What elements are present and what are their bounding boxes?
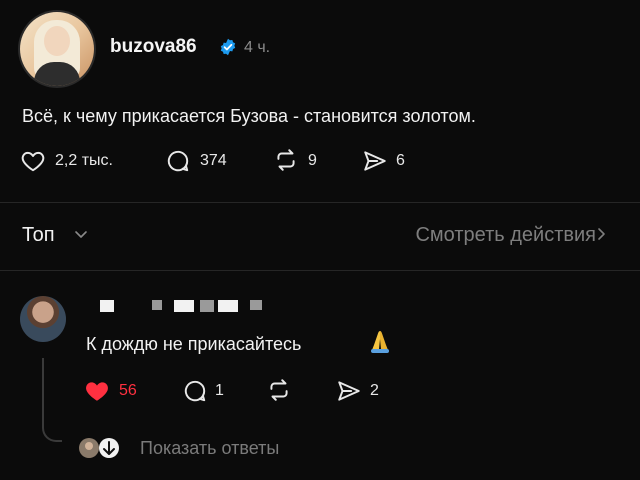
post-comment-count: 374 <box>200 152 227 169</box>
thread-line <box>42 358 62 442</box>
post-share-count: 6 <box>396 152 405 169</box>
post-like-count: 2,2 тыс. <box>55 152 113 169</box>
divider <box>0 270 640 271</box>
post-timestamp: 4 ч. <box>244 39 271 56</box>
share-icon[interactable] <box>362 148 388 174</box>
author-avatar[interactable] <box>20 12 94 86</box>
verified-badge-icon <box>220 38 236 56</box>
folded-hands-icon <box>371 331 389 353</box>
reply-avatars[interactable] <box>78 437 122 459</box>
comment-icon[interactable] <box>165 148 191 174</box>
post-text: Всё, к чему прикасается Бузова - станови… <box>22 106 476 126</box>
view-actions-link[interactable]: Смотреть действия <box>415 224 596 247</box>
divider <box>0 202 640 203</box>
show-replies-link[interactable]: Показать ответы <box>140 438 279 459</box>
comment-icon[interactable] <box>182 378 208 404</box>
comment-reply-count: 1 <box>215 382 224 399</box>
author-username[interactable]: buzova86 <box>110 36 197 58</box>
comment-text: К дождю не прикасайтесь <box>86 334 302 354</box>
heart-icon[interactable] <box>20 148 46 174</box>
chevron-right-icon[interactable] <box>594 227 608 241</box>
post-repost-count: 9 <box>308 152 317 169</box>
heart-filled-icon[interactable] <box>84 378 110 404</box>
commenter-avatar[interactable] <box>20 296 66 342</box>
sort-dropdown[interactable]: Топ <box>22 224 55 247</box>
chevron-down-icon[interactable] <box>74 227 88 241</box>
censored-username <box>88 300 288 314</box>
repost-icon[interactable] <box>273 147 299 173</box>
repost-icon[interactable] <box>266 377 292 403</box>
share-icon[interactable] <box>336 378 362 404</box>
comment-share-count: 2 <box>370 382 379 399</box>
comment-like-count: 56 <box>119 382 137 399</box>
